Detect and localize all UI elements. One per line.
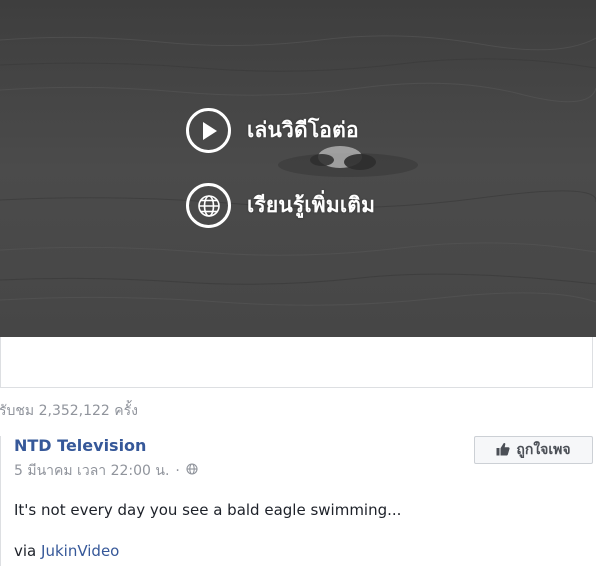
learn-more-button[interactable]: เรียนรู้เพิ่มเติม xyxy=(186,183,375,228)
globe-icon xyxy=(186,183,231,228)
continue-watching-label: เล่นวิดีโอต่อ xyxy=(247,118,359,142)
via-link[interactable]: JukinVideo xyxy=(41,542,119,560)
privacy-globe-icon[interactable] xyxy=(186,463,198,479)
video-post-page: เล่นวิดีโอต่อ เรียนรู้เพิ่มเติม รับชม 2,… xyxy=(0,0,596,566)
video-bottom-bar xyxy=(0,337,593,388)
post-timestamp[interactable]: 5 มีนาคม เวลา 22:00 น. xyxy=(14,460,169,482)
post-text: It's not every day you see a bald eagle … xyxy=(14,501,402,519)
page-name-link[interactable]: NTD Television xyxy=(14,436,146,455)
post-divider xyxy=(0,436,1,566)
video-player[interactable]: เล่นวิดีโอต่อ เรียนรู้เพิ่มเติม xyxy=(0,0,596,337)
view-count: รับชม 2,352,122 ครั้ง xyxy=(0,403,139,419)
video-frame xyxy=(0,0,596,337)
continue-watching-button[interactable]: เล่นวิดีโอต่อ xyxy=(186,108,359,153)
learn-more-label: เรียนรู้เพิ่มเติม xyxy=(247,193,376,217)
via-line: via JukinVideo xyxy=(14,542,119,560)
play-icon xyxy=(186,108,231,153)
like-page-button[interactable]: ถูกใจเพจ xyxy=(474,436,593,464)
like-page-label: ถูกใจเพจ xyxy=(516,442,571,458)
post-meta: 5 มีนาคม เวลา 22:00 น. · xyxy=(14,460,198,482)
thumbs-up-icon xyxy=(496,441,510,460)
via-prefix: via xyxy=(14,542,37,560)
meta-separator: · xyxy=(175,463,180,479)
